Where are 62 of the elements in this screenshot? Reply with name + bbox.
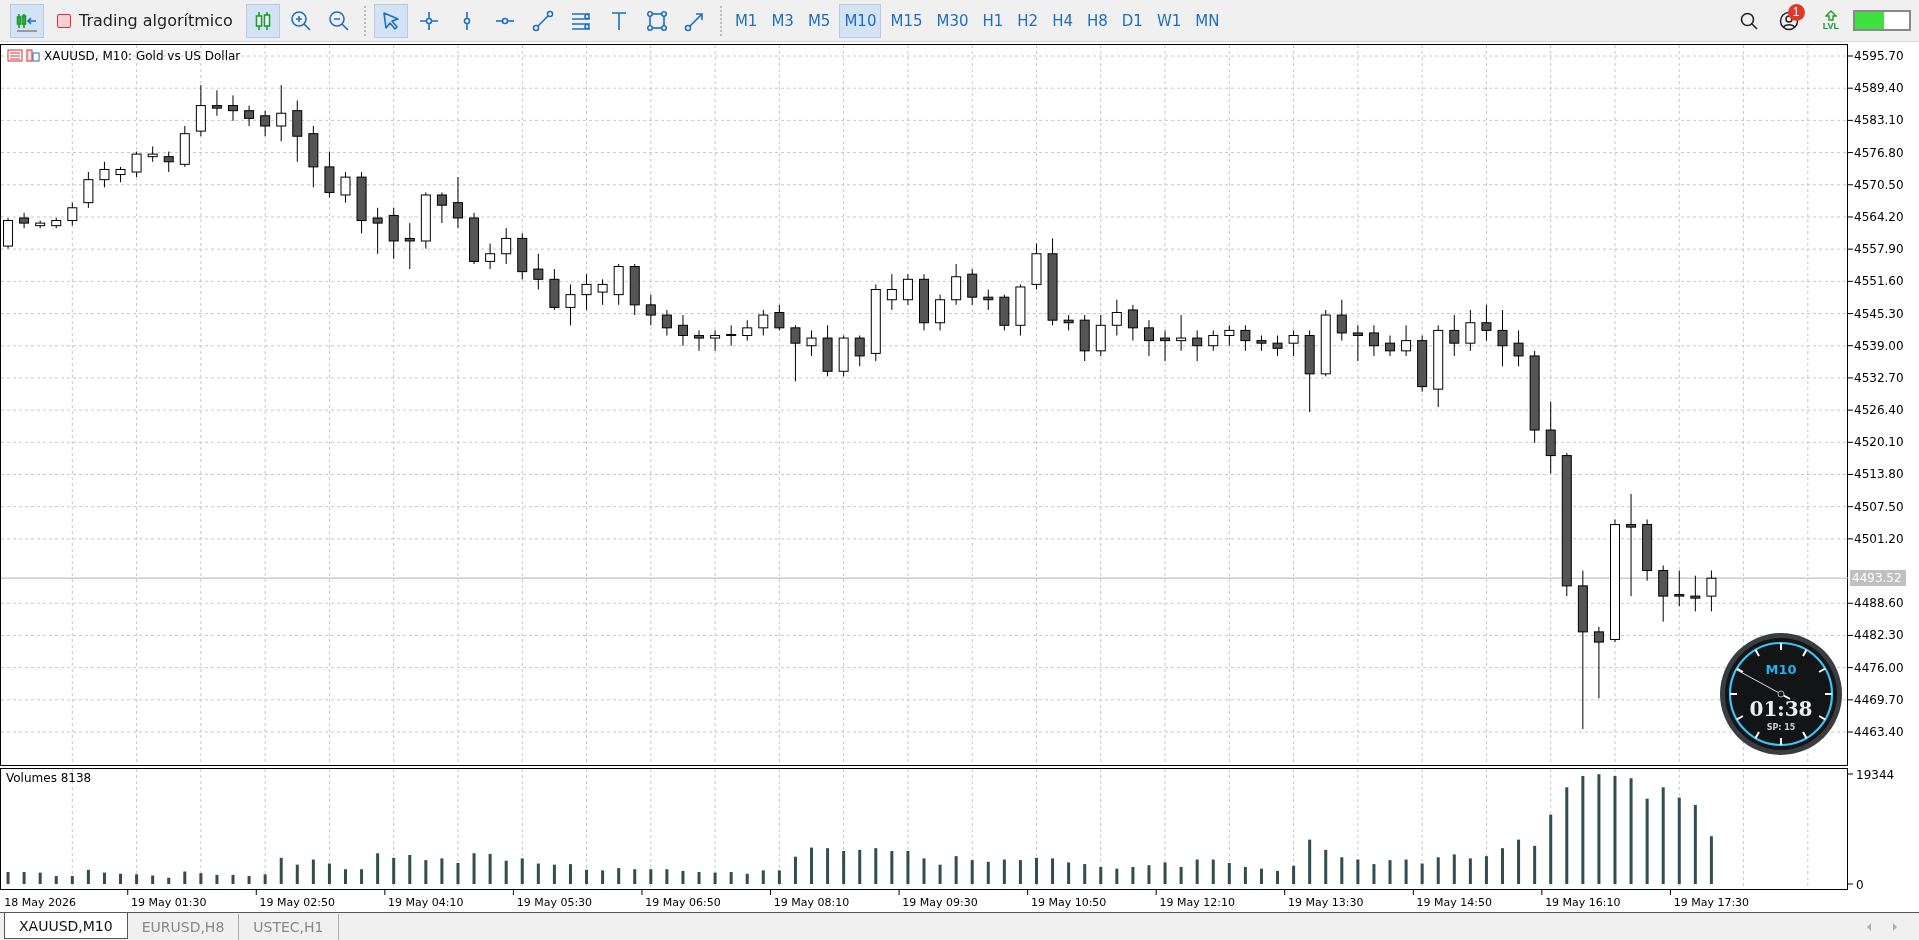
clock-countdown: 01:38 (1749, 697, 1813, 721)
price-axis-label: 4526.40 (1854, 403, 1904, 418)
time-axis-label: 19 May 10:50 (1030, 896, 1107, 909)
price-axis-label: 4551.60 (1854, 274, 1904, 289)
time-axis-label: 19 May 05:30 (516, 896, 593, 909)
time-axis-label: 18 May 2026 (4, 896, 77, 909)
price-axis-label: 4488.60 (1854, 596, 1904, 611)
timeframe-button[interactable]: M1 (729, 3, 763, 38)
price-axis-label: 4532.70 (1854, 370, 1904, 385)
timeframe-button[interactable]: D1 (1116, 3, 1148, 38)
time-axis-label: 19 May 16:10 (1545, 896, 1621, 909)
timeframe-button[interactable]: H1 (977, 3, 1009, 38)
price-axis-label: 4545.30 (1854, 306, 1904, 321)
price-axis-label: 4507.50 (1854, 499, 1904, 514)
timeframe-button[interactable]: H2 (1012, 3, 1044, 38)
chart-tab[interactable]: EURUSD,H8 (127, 914, 240, 940)
price-axis-label: 4589.40 (1854, 81, 1904, 96)
time-axis-label: 19 May 02:50 (259, 896, 335, 909)
time-axis-label: 19 May 14:50 (1416, 896, 1492, 909)
price-axis-label: 4463.40 (1854, 725, 1904, 739)
price-axis-label: 4476.00 (1854, 660, 1904, 675)
price-axis-label: 4576.80 (1854, 145, 1904, 160)
timeframe-button[interactable]: M3 (766, 3, 799, 38)
timeframe-button[interactable]: H8 (1082, 3, 1113, 38)
price-axis-label: 4520.10 (1854, 435, 1904, 450)
clock-spread: SP: 15 (1766, 723, 1796, 732)
timeframe-button[interactable]: W1 (1151, 3, 1187, 38)
timeframe-button[interactable]: H4 (1047, 3, 1078, 38)
price-axis-label: 4501.20 (1854, 531, 1904, 546)
volume-axis-label: 19344 (1856, 768, 1895, 782)
price-axis-label: 4482.30 (1854, 628, 1904, 643)
timeframe-button[interactable]: M30 (931, 3, 974, 38)
algo-trading-button[interactable]: Trading algorítmico (48, 3, 242, 38)
price-axis-label: 4539.00 (1854, 338, 1904, 353)
current-price-label: 4493.52 (1850, 570, 1906, 587)
clock-timeframe: M10 (1765, 662, 1797, 677)
volumes-label: Volumes 8138 (6, 771, 92, 785)
price-axis-label: 4513.80 (1854, 467, 1904, 482)
timeframe-button[interactable]: MN (1190, 3, 1225, 38)
chart-title: XAUUSD, M10: Gold vs US Dollar (44, 49, 241, 63)
price-axis-label: 4595.70 (1854, 49, 1904, 63)
time-axis-label: 19 May 17:30 (1673, 896, 1750, 909)
timeframe-button[interactable]: M10 (839, 3, 882, 38)
price-axis-label: 4564.20 (1854, 209, 1904, 224)
time-axis-label: 19 May 04:10 (388, 896, 464, 909)
price-axis-label: 4469.70 (1854, 692, 1904, 707)
level-label: LVL (1822, 21, 1839, 31)
price-axis-label: 4583.10 (1854, 113, 1904, 128)
time-axis-label: 19 May 06:50 (645, 896, 721, 909)
timeframe-button[interactable]: M15 (885, 3, 928, 38)
timeframe-button[interactable]: M5 (802, 3, 836, 38)
time-axis-label: 19 May 08:10 (773, 896, 850, 909)
price-axis-label: 4557.90 (1854, 242, 1904, 257)
time-axis-label: 19 May 09:30 (902, 896, 978, 909)
time-axis-label: 19 May 01:30 (131, 896, 207, 909)
notification-badge: 1 (1787, 3, 1805, 21)
volume-axis-label: 0 (1856, 878, 1864, 890)
chart-tab[interactable]: USTEC,H1 (239, 914, 339, 940)
time-axis-label: 19 May 12:10 (1159, 896, 1235, 909)
chart-tab[interactable]: XAUUSD,M10 (4, 913, 128, 939)
price-axis-label: 4570.50 (1854, 177, 1904, 192)
time-axis-label: 19 May 13:30 (1288, 896, 1364, 909)
